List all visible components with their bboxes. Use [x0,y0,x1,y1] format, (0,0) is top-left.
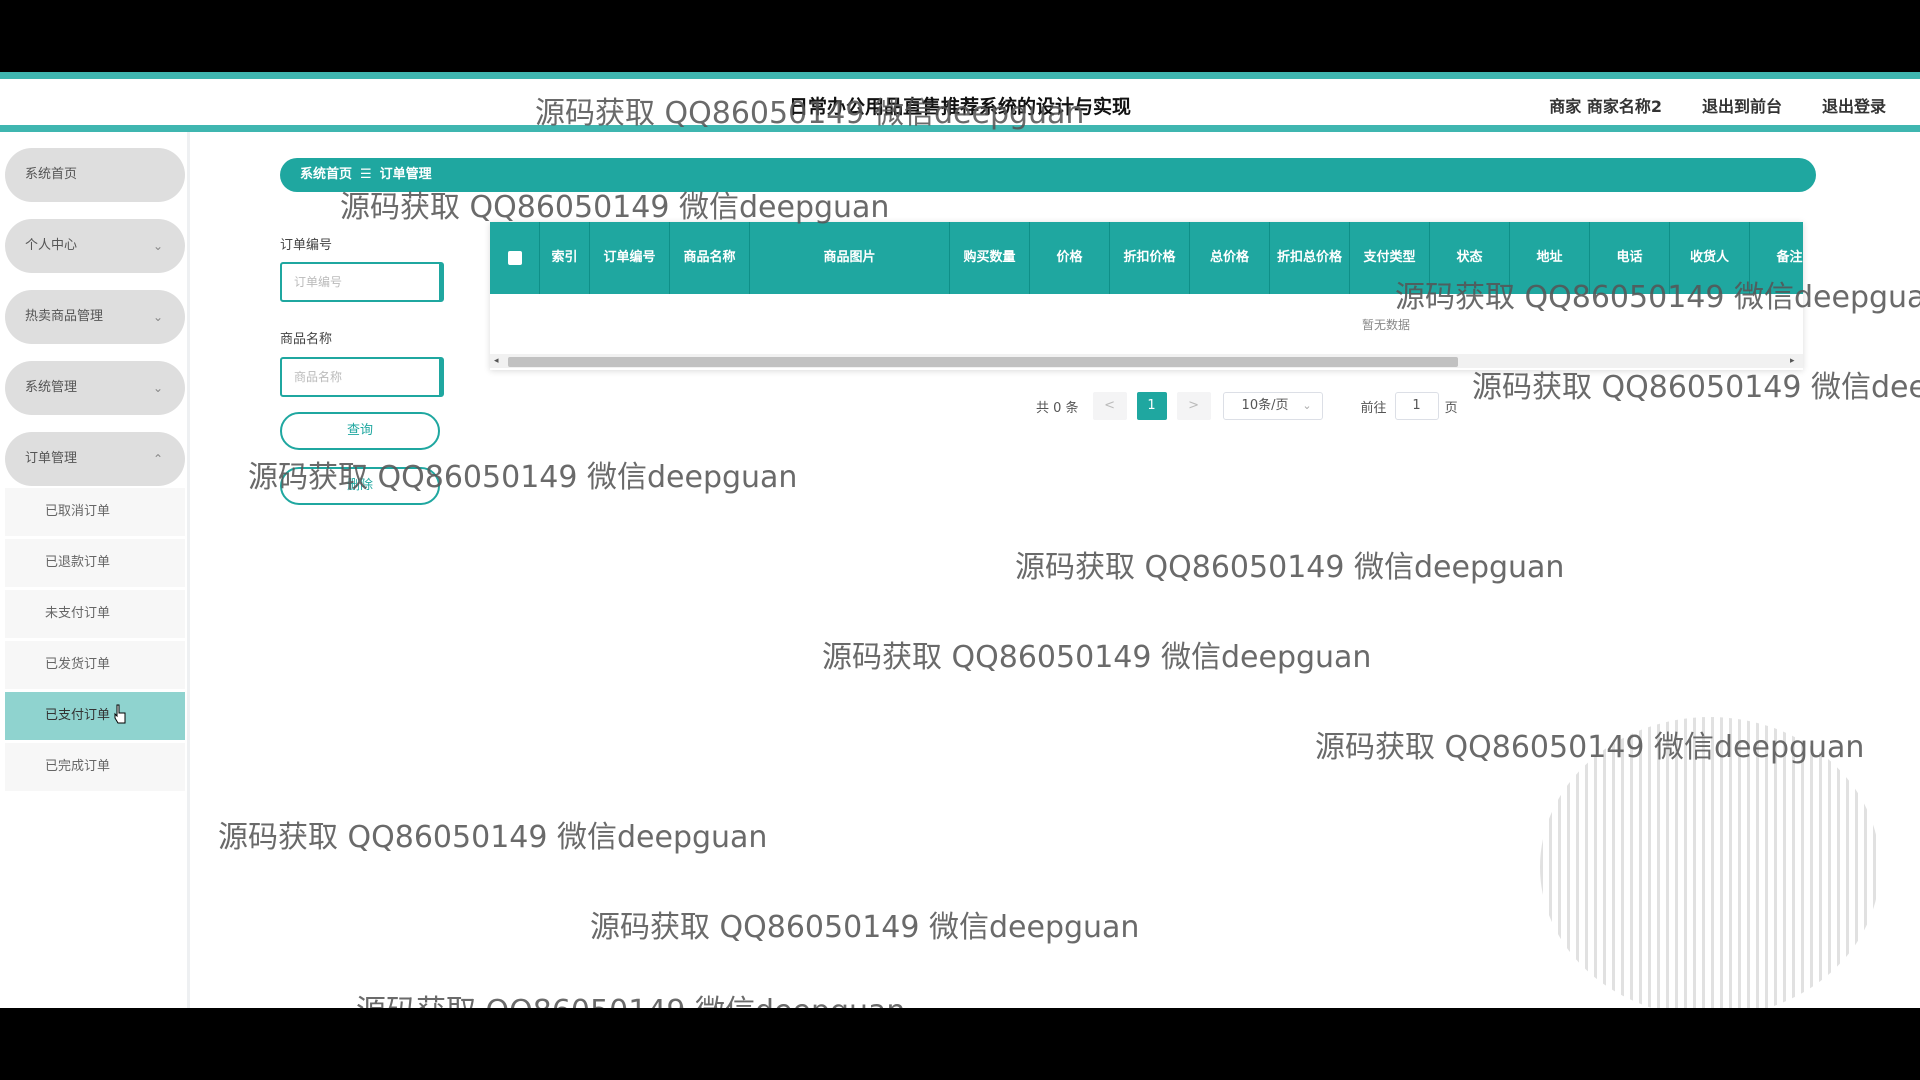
orders-table: 索引 订单编号 商品名称 商品图片 购买数量 价格 折扣价格 总价格 折扣总价格… [490,222,1803,370]
empty-text: 暂无数据 [1362,318,1411,332]
page-number-current[interactable]: 1 [1136,392,1167,420]
top-header: 日常办公用品直售推荐系统的设计与实现 商家 商家名称2 退出到前台 退出登录 [0,72,1920,132]
chevron-up-icon: ⌃ [152,452,163,466]
sidebar-item-label: 热卖商品管理 [25,309,104,324]
page-size-value: 10条/页 [1241,398,1289,413]
column-header: 状态 [1430,222,1510,294]
watermark: 源码获取 QQ86050149 微信deepguan [218,820,768,855]
watermark: 源码获取 QQ86050149 微信deepguan [1015,550,1565,585]
chevron-down-icon: ⌄ [152,310,163,324]
sidebar-subitem-completed[interactable]: 已完成订单 [5,743,185,791]
breadcrumb: 系统首页 ☰ 订单管理 [280,158,1816,192]
total-count: 共 0 条 [1036,400,1079,416]
watermark: 源码获取 QQ86050149 微信deepguan [822,640,1372,675]
scroll-left-icon[interactable]: ◂ [494,354,499,368]
column-header: 电话 [1590,222,1670,294]
column-header: 支付类型 [1350,222,1430,294]
select-all-cell [490,222,540,294]
current-user[interactable]: 商家 商家名称2 [1549,93,1662,117]
sidebar-item-home[interactable]: 系统首页 [5,148,185,202]
back-to-front-link[interactable]: 退出到前台 [1702,93,1782,117]
prev-page-button[interactable]: < [1092,392,1127,420]
page-unit-label: 页 [1444,400,1458,416]
sidebar-item-label: 系统首页 [25,167,78,182]
sidebar-subitem-unpaid[interactable]: 未支付订单 [5,590,185,638]
sidebar-subitem-shipped[interactable]: 已发货订单 [5,641,185,689]
chevron-down-icon: ⌄ [1302,399,1312,412]
column-header: 收货人 [1670,222,1750,294]
order-no-label: 订单编号 [280,238,333,253]
next-page-button[interactable]: > [1176,392,1211,420]
logout-link[interactable]: 退出登录 [1822,93,1886,117]
sidebar-subitem-paid[interactable]: 已支付订单 [5,692,185,740]
column-header: 索引 [540,222,590,294]
goto-label: 前往 [1360,400,1387,416]
scrollbar-thumb[interactable] [508,357,1458,367]
delete-button[interactable]: 删除 [280,467,440,505]
table-header: 索引 订单编号 商品名称 商品图片 购买数量 价格 折扣价格 总价格 折扣总价格… [490,222,1803,294]
query-button[interactable]: 查询 [280,412,440,450]
column-header: 商品图片 [750,222,950,294]
app-screen: 日常办公用品直售推荐系统的设计与实现 商家 商家名称2 退出到前台 退出登录 系… [0,72,1920,1008]
watermark: 源码获取 QQ86050149 微信deepguan [356,986,905,1008]
sidebar-subitem-refunded[interactable]: 已退款订单 [5,539,185,587]
goods-name-label: 商品名称 [280,332,333,347]
sidebar-item-hot-goods[interactable]: 热卖商品管理 ⌄ [5,290,185,344]
watermark: 源码获取 QQ86050149 微信deepguan [590,910,1140,945]
breadcrumb-home[interactable]: 系统首页 [300,167,352,182]
scroll-right-icon[interactable]: ▸ [1790,354,1795,368]
column-header: 商品名称 [670,222,750,294]
chevron-down-icon: ⌄ [152,381,163,395]
select-all-checkbox[interactable] [507,251,522,265]
menu-icon: ☰ [360,167,372,182]
sidebar-item-personal-center[interactable]: 个人中心 ⌄ [5,219,185,273]
sidebar-item-system[interactable]: 系统管理 ⌄ [5,361,185,415]
page-size-select[interactable]: 10条/页 ⌄ [1222,392,1323,420]
sidebar-item-orders[interactable]: 订单管理 ⌃ [5,432,185,486]
decorative-pattern [1540,717,1880,1008]
goto-page-input[interactable]: 1 [1394,392,1439,420]
column-header: 价格 [1030,222,1110,294]
goods-name-input[interactable] [280,357,444,397]
column-header: 地址 [1510,222,1590,294]
column-header: 折扣价格 [1110,222,1190,294]
breadcrumb-current: 订单管理 [379,167,432,182]
sidebar-item-label: 订单管理 [25,451,78,466]
sidebar-item-label: 个人中心 [25,238,78,253]
column-header: 购买数量 [950,222,1030,294]
chevron-down-icon: ⌄ [152,239,163,253]
sidebar-item-label: 系统管理 [25,380,78,395]
pagination: 共 0 条 < 1 > 10条/页 ⌄ 前往 1 页 [1036,392,1458,420]
sidebar: 系统首页 个人中心 ⌄ 热卖商品管理 ⌄ 系统管理 ⌄ 订单管理 ⌃ 已取消订单… [0,132,190,1008]
horizontal-scrollbar[interactable]: ◂ ▸ [490,354,1803,368]
header-actions: 商家 商家名称2 退出到前台 退出登录 [1549,93,1886,117]
column-header: 折扣总价格 [1270,222,1350,294]
order-no-input[interactable] [280,262,444,302]
column-header: 备注 [1750,222,1803,294]
column-header: 总价格 [1190,222,1270,294]
column-header: 订单编号 [590,222,670,294]
sidebar-subitem-cancelled[interactable]: 已取消订单 [5,488,185,536]
